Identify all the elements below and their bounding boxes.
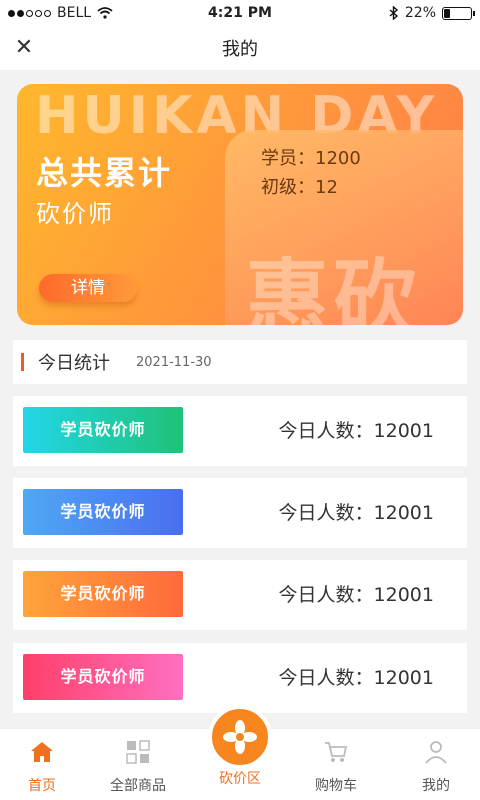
tab-mine[interactable]: 我的 [388,739,480,795]
stat-junior: 初级：12 [261,177,338,198]
detail-button[interactable]: 详情 [39,274,137,302]
home-icon [31,742,53,762]
bluetooth-icon [389,6,398,20]
battery-icon [442,6,475,20]
user-icon [425,741,447,764]
flower-icon [223,720,257,754]
close-icon[interactable]: ✕ [12,36,36,60]
card-count: 今日人数：12001 [278,584,434,606]
card-tag: 学员砍价师 [20,489,183,535]
carrier-name: BELL [57,5,92,21]
card-count: 今日人数：12001 [278,667,434,689]
status-bar: BELL 4:21 PM 22% [0,0,480,26]
stat-card[interactable]: 学员砍价师 今日人数：12001 [13,643,467,713]
card-tag: 学员砍价师 [20,654,183,700]
summary-card: HUIKAN DAY 惠砍 总共累计 砍价师 学员：1200 初级：12 详情 [17,84,463,325]
stat-card[interactable]: 学员砍价师 今日人数：12001 [13,560,467,630]
stat-students: 学员：1200 [261,148,361,169]
tab-label: 全部商品 [110,778,166,794]
signal-strength-icon [8,9,51,17]
cart-icon [325,742,348,762]
stat-card[interactable]: 学员砍价师 今日人数：12001 [13,478,467,548]
tab-label: 购物车 [315,778,357,794]
tab-label: 我的 [422,778,450,794]
nav-bar: ✕ 我的 [0,26,480,70]
tab-cart[interactable]: 购物车 [288,739,384,795]
page-title: 我的 [222,39,258,60]
today-stats-header: 今日统计 2021-11-30 [13,340,467,384]
card-tag: 学员砍价师 [20,407,183,453]
hero-subtitle: 砍价师 [36,200,114,228]
hero-title: 总共累计 [36,154,173,192]
section-accent-bar [21,353,24,371]
tab-all-products[interactable]: 全部商品 [90,739,186,795]
hero-watermark-chars: 惠砍 [245,250,422,325]
grid-icon [126,740,150,764]
tab-label: 首页 [28,778,56,794]
wifi-icon [97,7,113,19]
card-tag: 学员砍价师 [20,571,183,617]
card-count: 今日人数：12001 [278,502,434,524]
section-title: 今日统计 [38,353,110,374]
section-date: 2021-11-30 [136,354,212,370]
tab-bargain[interactable] [208,705,272,769]
card-count: 今日人数：12001 [278,420,434,442]
stat-card[interactable]: 学员砍价师 今日人数：12001 [13,396,467,466]
tab-home[interactable]: 首页 [0,739,90,795]
tab-bargain-label[interactable]: 砍价区 [192,768,288,788]
battery-percent: 22% [404,5,436,21]
